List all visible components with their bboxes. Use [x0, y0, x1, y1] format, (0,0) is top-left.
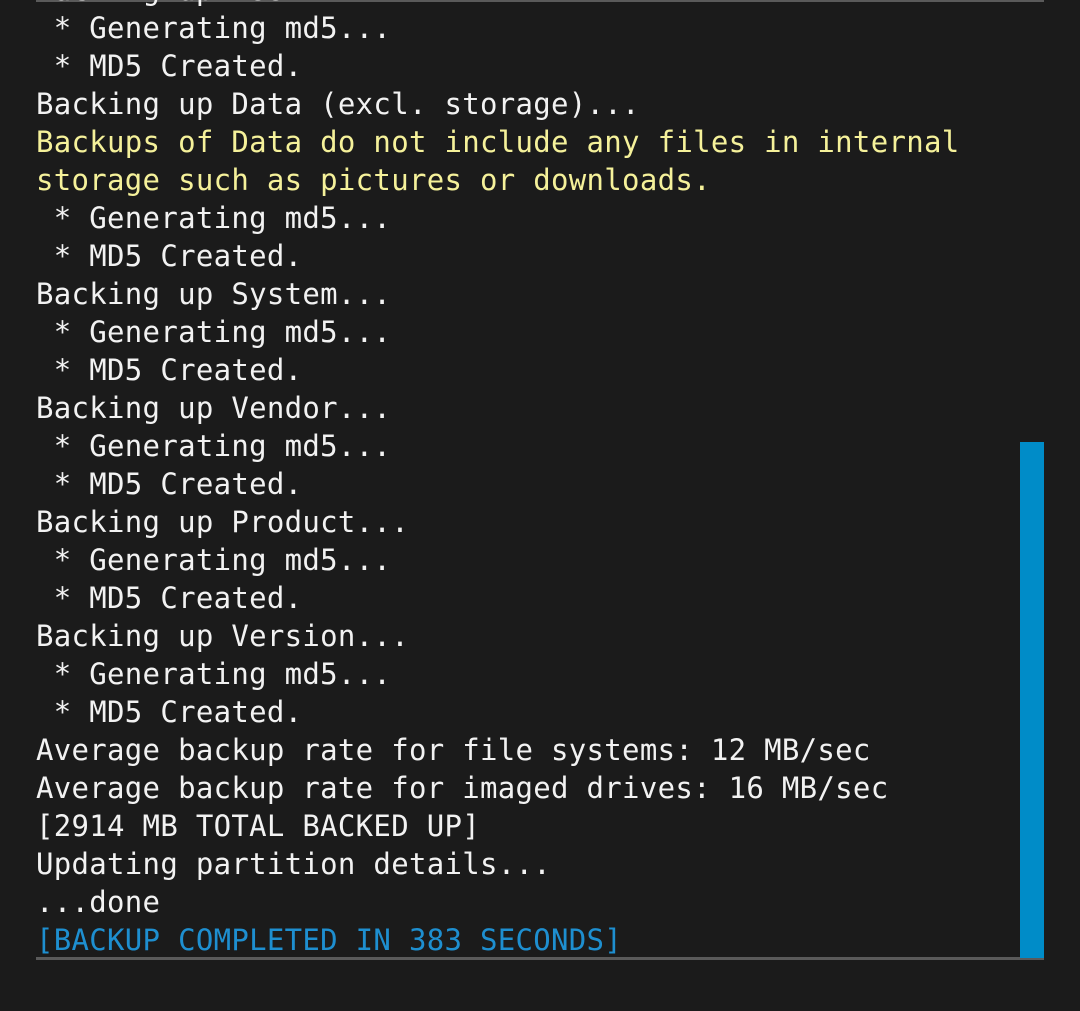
- console-line: * Generating md5...: [36, 315, 392, 349]
- console-log-lines: Backing up Boot... * Generating md5... *…: [36, 0, 1016, 959]
- console-line: * Generating md5...: [36, 543, 392, 577]
- console-line: Average backup rate for imaged drives: 1…: [36, 771, 889, 805]
- console-completion-line: [BACKUP COMPLETED IN 383 SECONDS]: [36, 923, 623, 957]
- console-line: Backing up System...: [36, 277, 392, 311]
- console-line: Backing up Boot...: [36, 0, 1016, 9]
- console-line: Backing up Vendor...: [36, 391, 392, 425]
- console-warning-line: storage such as pictures or downloads.: [36, 163, 711, 197]
- console-line: Backing up Product...: [36, 505, 409, 539]
- console-line: * MD5 Created.: [36, 353, 303, 387]
- console-line: * MD5 Created.: [36, 467, 303, 501]
- console-line: * Generating md5...: [36, 201, 392, 235]
- console-line: * MD5 Created.: [36, 239, 303, 273]
- console-scrollbar-thumb[interactable]: [1020, 442, 1044, 958]
- console-line: Backing up Data (excl. storage)...: [36, 87, 640, 121]
- console-line: * MD5 Created.: [36, 49, 303, 83]
- console-line: * MD5 Created.: [36, 581, 303, 615]
- console-line: * Generating md5...: [36, 657, 392, 691]
- console-warning-line: Backups of Data do not include any files…: [36, 125, 960, 159]
- console-line: * MD5 Created.: [36, 695, 303, 729]
- console-line: ...done: [36, 885, 161, 919]
- console-line: * Generating md5...: [36, 429, 392, 463]
- console-bottom-divider: [36, 957, 1044, 960]
- console-line: * Generating md5...: [36, 11, 392, 45]
- console-line: Updating partition details...: [36, 847, 552, 881]
- console-line: Backing up Version...: [36, 619, 409, 653]
- console-line: Average backup rate for file systems: 12…: [36, 733, 871, 767]
- console-output[interactable]: Backing up Boot... * Generating md5... *…: [36, 0, 1044, 960]
- console-line: [2914 MB TOTAL BACKED UP]: [36, 809, 480, 843]
